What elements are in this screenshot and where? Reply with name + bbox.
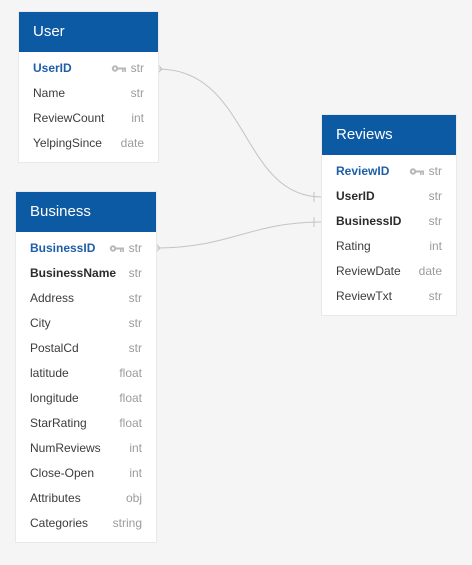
field-type: str [428,164,442,178]
field-row-numreviews[interactable]: NumReviews int [16,436,156,461]
field-type: str [130,86,144,100]
field-row-starrating[interactable]: StarRating float [16,411,156,436]
field-type: float [119,416,142,430]
field-row-businessid-fk[interactable]: BusinessID str [322,209,456,234]
field-type: string [112,516,142,530]
table-user-title: User [19,12,158,52]
field-row-rating[interactable]: Rating int [322,234,456,259]
table-reviews[interactable]: Reviews ReviewID str UserID str Business… [322,115,456,315]
field-name: ReviewTxt [336,289,393,303]
key-icon [111,65,126,72]
field-name: Attributes [30,491,81,505]
table-business-title: Business [16,192,156,232]
field-type: str [428,189,442,203]
field-row-latitude[interactable]: latitude float [16,361,156,386]
field-row-yelpingsince[interactable]: YelpingSince date [19,131,158,156]
field-row-categories[interactable]: Categories string [16,511,156,536]
field-name: Categories [30,516,89,530]
field-name: ReviewDate [336,264,401,278]
field-name: ReviewID [336,164,390,178]
field-name: Name [33,86,66,100]
field-name: BusinessID [336,214,402,228]
field-type: str [428,214,442,228]
field-row-attributes[interactable]: Attributes obj [16,486,156,511]
field-type: int [129,441,142,455]
relationship-user-reviews[interactable] [157,64,323,202]
field-name: latitude [30,366,69,380]
field-row-reviewid[interactable]: ReviewID str [322,159,456,184]
field-row-businessname[interactable]: BusinessName str [16,261,156,286]
field-row-userid[interactable]: UserID str [19,56,158,81]
field-type: int [131,111,144,125]
field-name: UserID [336,189,375,203]
field-type: str [128,266,142,280]
field-row-longitude[interactable]: longitude float [16,386,156,411]
field-type: str [128,316,142,330]
field-row-city[interactable]: City str [16,311,156,336]
field-row-businessid[interactable]: BusinessID str [16,236,156,261]
field-type: obj [125,491,142,505]
field-name: BusinessName [30,266,117,280]
field-name: StarRating [30,416,87,430]
field-name: ReviewCount [33,111,105,125]
field-type: float [119,366,142,380]
key-icon [109,245,124,252]
table-user[interactable]: User UserID str Name str ReviewCount int… [19,12,158,162]
field-name: NumReviews [30,441,101,455]
field-type: str [128,291,142,305]
table-user-fields: UserID str Name str ReviewCount int Yelp… [19,52,158,162]
field-name: Address [30,291,75,305]
relationship-business-reviews[interactable] [155,217,323,253]
field-type: str [128,241,142,255]
field-type: int [429,239,442,253]
field-name: Close-Open [30,466,95,480]
field-name: UserID [33,61,72,75]
table-reviews-fields: ReviewID str UserID str BusinessID str R… [322,155,456,315]
field-type: float [119,391,142,405]
field-type: str [130,61,144,75]
field-row-reviewdate[interactable]: ReviewDate date [322,259,456,284]
field-name: PostalCd [30,341,79,355]
field-name: Rating [336,239,371,253]
field-row-address[interactable]: Address str [16,286,156,311]
field-type: str [428,289,442,303]
field-type: str [128,341,142,355]
field-row-name[interactable]: Name str [19,81,158,106]
field-row-postalcd[interactable]: PostalCd str [16,336,156,361]
field-type: int [129,466,142,480]
field-type: date [418,264,442,278]
table-business-fields: BusinessID str BusinessName str Address … [16,232,156,542]
table-business[interactable]: Business BusinessID str BusinessName str… [16,192,156,542]
field-name: longitude [30,391,79,405]
field-name: BusinessID [30,241,96,255]
table-reviews-title: Reviews [322,115,456,155]
field-name: YelpingSince [33,136,102,150]
field-name: City [30,316,51,330]
key-icon [409,168,424,175]
field-row-userid-fk[interactable]: UserID str [322,184,456,209]
field-row-reviewtxt[interactable]: ReviewTxt str [322,284,456,309]
field-type: date [120,136,144,150]
field-row-close-open[interactable]: Close-Open int [16,461,156,486]
field-row-reviewcount[interactable]: ReviewCount int [19,106,158,131]
